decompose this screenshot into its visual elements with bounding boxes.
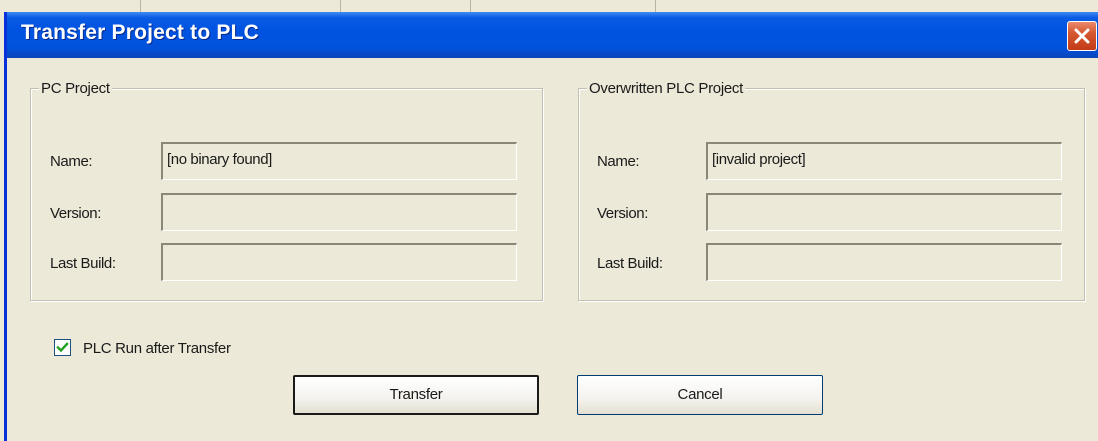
plc-last-build-field <box>706 243 1062 281</box>
plc-last-build-label: Last Build: <box>597 255 663 272</box>
plc-project-group: Overwritten PLC Project Name: [invalid p… <box>578 80 1085 301</box>
cancel-button[interactable]: Cancel <box>577 375 823 415</box>
transfer-dialog: Transfer Project to PLC PC Project Name:… <box>4 12 1098 441</box>
plc-name-field: [invalid project] <box>706 142 1062 180</box>
background-strip-segment <box>0 0 141 12</box>
pc-name-label: Name: <box>50 153 93 170</box>
title-bar[interactable]: Transfer Project to PLC <box>7 12 1098 58</box>
pc-version-field <box>161 193 517 231</box>
background-strip-segment <box>470 0 656 12</box>
background-window-strip <box>0 0 1098 12</box>
pc-project-group: PC Project Name: [no binary found] Versi… <box>30 80 543 301</box>
close-button[interactable] <box>1067 21 1097 51</box>
plc-run-label[interactable]: PLC Run after Transfer <box>83 340 231 357</box>
background-strip-segment <box>340 0 471 12</box>
checkmark-icon <box>56 342 69 353</box>
pc-last-build-field <box>161 243 517 281</box>
pc-project-legend: PC Project <box>39 80 112 97</box>
transfer-button[interactable]: Transfer <box>293 375 539 415</box>
dialog-title: Transfer Project to PLC <box>21 21 259 44</box>
close-x-icon <box>1074 28 1090 44</box>
pc-name-field: [no binary found] <box>161 142 517 180</box>
plc-project-legend: Overwritten PLC Project <box>587 80 745 97</box>
plc-run-checkbox[interactable] <box>54 339 71 356</box>
plc-version-field <box>706 193 1062 231</box>
pc-last-build-label: Last Build: <box>50 255 116 272</box>
plc-name-label: Name: <box>597 153 640 170</box>
plc-version-label: Version: <box>597 205 648 222</box>
pc-version-label: Version: <box>50 205 101 222</box>
background-strip-segment <box>140 0 341 12</box>
screen: Transfer Project to PLC PC Project Name:… <box>0 0 1098 441</box>
